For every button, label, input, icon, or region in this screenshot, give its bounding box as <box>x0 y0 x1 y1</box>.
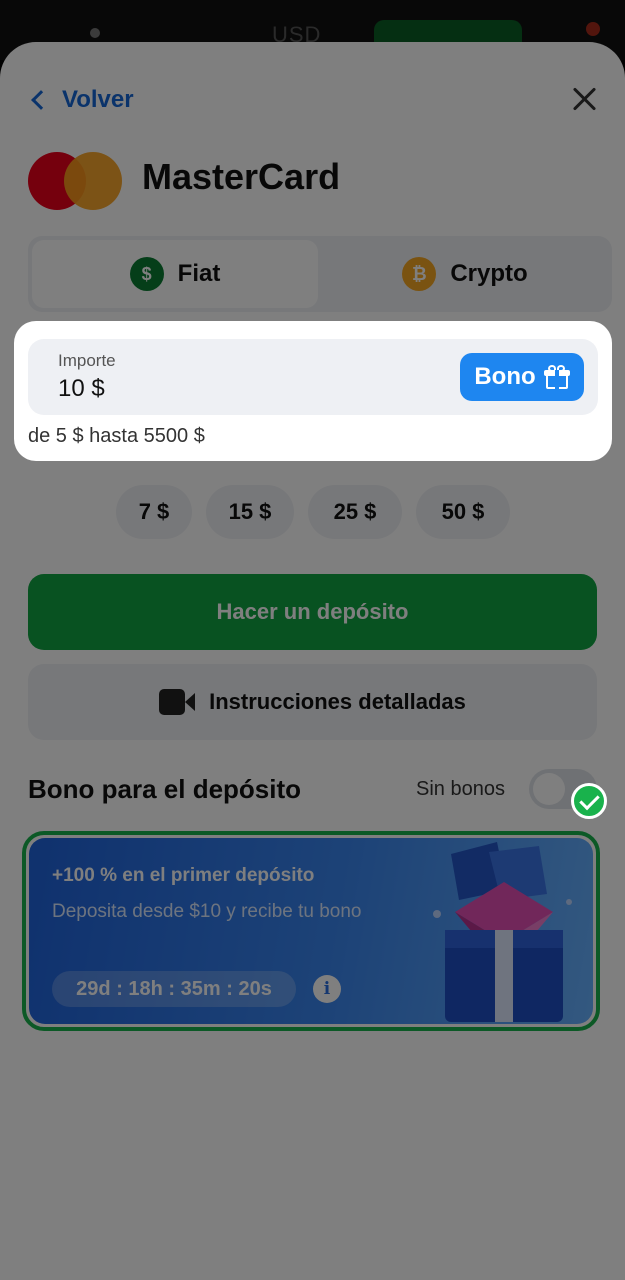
bono-label: Bono <box>474 363 536 390</box>
background-notification-dot <box>586 22 600 36</box>
gift-icon <box>543 365 570 389</box>
close-icon[interactable] <box>568 82 602 116</box>
amount-input[interactable]: Importe 10 $ Bono <box>28 339 598 415</box>
chevron-left-icon <box>31 90 51 110</box>
amount-label: Importe <box>58 351 116 370</box>
deposit-sheet: Volver MasterCard $ Fiat ₿ Crypto Import… <box>0 42 625 1280</box>
back-label: Volver <box>62 86 134 113</box>
toggle-knob <box>533 773 565 805</box>
gift-box-diamond-icon <box>433 842 572 1022</box>
deposit-button[interactable]: Hacer un depósito <box>28 574 597 650</box>
currency-type-tabs: $ Fiat ₿ Crypto <box>28 236 612 312</box>
bonus-section-title: Bono para el depósito <box>28 774 302 804</box>
tab-crypto-label: Crypto <box>450 260 528 287</box>
bono-button[interactable]: Bono <box>460 353 584 401</box>
tab-crypto[interactable]: ₿ Crypto <box>322 240 608 308</box>
quick-amount-chip[interactable]: 15 $ <box>206 485 294 539</box>
info-icon[interactable]: i <box>313 975 341 1003</box>
bonus-promo-banner: +100 % en el primer depósito Deposita de… <box>29 838 593 1024</box>
promo-selected-check-icon <box>571 783 607 819</box>
quick-amount-chip[interactable]: 50 $ <box>416 485 510 539</box>
back-button[interactable]: Volver <box>28 82 134 118</box>
tab-fiat-label: Fiat <box>177 260 221 287</box>
amount-value[interactable]: 10 $ <box>58 375 105 403</box>
dollar-coin-icon: $ <box>129 257 164 291</box>
tab-fiat[interactable]: $ Fiat <box>32 240 318 308</box>
promo-countdown-timer: 29d : 18h : 35m : 20s <box>52 971 296 1007</box>
amount-card: Importe 10 $ Bono de 5 $ hasta 5500 $ <box>14 321 612 461</box>
background-menu-dot <box>90 28 100 38</box>
quick-amount-chip[interactable]: 7 $ <box>116 485 192 539</box>
payment-method-title: MasterCard <box>142 156 341 197</box>
bitcoin-icon: ₿ <box>402 257 437 291</box>
amount-range-hint: de 5 $ hasta 5500 $ <box>28 425 205 447</box>
no-bonus-label: Sin bonos <box>416 778 505 800</box>
bonus-promo-card[interactable]: +100 % en el primer depósito Deposita de… <box>22 831 600 1031</box>
quick-amount-chip[interactable]: 25 $ <box>308 485 402 539</box>
promo-title: +100 % en el primer depósito <box>52 865 315 886</box>
video-camera-icon <box>159 689 196 715</box>
mastercard-logo <box>28 152 122 210</box>
mastercard-yellow-circle <box>64 152 122 210</box>
instructions-button[interactable]: Instrucciones detalladas <box>28 664 597 740</box>
instructions-label: Instrucciones detalladas <box>209 689 466 714</box>
promo-description: Deposita desde $10 y recibe tu bono <box>52 901 362 922</box>
